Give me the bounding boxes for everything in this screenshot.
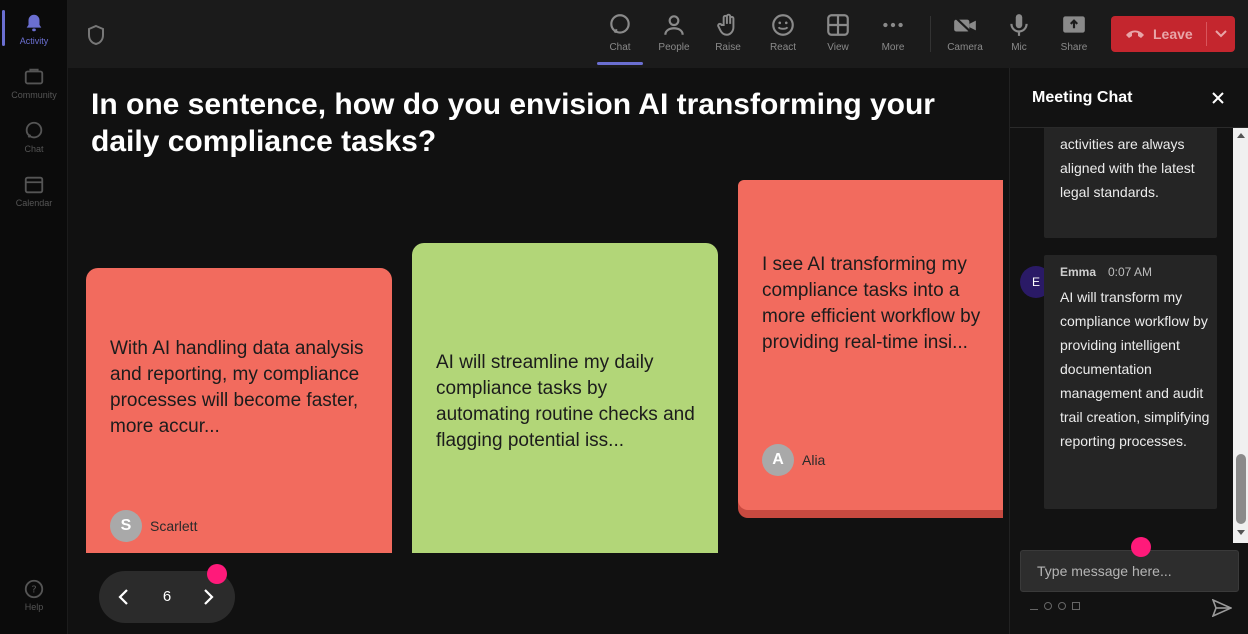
help-icon: ? — [24, 579, 44, 599]
rail-item-label: Chat — [24, 144, 44, 154]
leave-button[interactable]: Leave — [1111, 16, 1235, 52]
rail-item-label: Calendar — [15, 198, 53, 208]
mic-button-label: Mic — [1011, 42, 1027, 53]
rail-item-label: Activity — [19, 36, 49, 46]
card-author: A Alia — [762, 444, 825, 476]
question-title: In one sentence, how do you envision AI … — [91, 88, 935, 158]
share-button[interactable]: Share — [1051, 12, 1097, 53]
leave-separator — [1206, 22, 1207, 46]
people-button-label: People — [658, 42, 690, 53]
shield-icon[interactable] — [86, 24, 106, 46]
rail-item-calendar[interactable]: Calendar — [0, 174, 68, 208]
card-text: With AI handling data analysis and repor… — [110, 338, 364, 437]
highlight-marker — [207, 564, 227, 584]
community-icon — [24, 68, 44, 85]
chat-button-label: Chat — [609, 42, 631, 53]
rail-item-chat[interactable]: Chat — [0, 120, 68, 154]
share-screen-icon — [1063, 16, 1085, 33]
camera-button[interactable]: Camera — [942, 12, 988, 53]
chat-message: activities are always aligned with the l… — [1044, 128, 1217, 238]
chat-scrollbar[interactable] — [1233, 128, 1248, 543]
rail-item-activity[interactable]: Activity — [0, 12, 68, 46]
people-button[interactable]: People — [651, 12, 697, 53]
message-sender: Emma — [1060, 265, 1097, 279]
author-name: Alia — [802, 452, 826, 468]
rail-item-label: Help — [24, 602, 44, 612]
format-toolbar — [1030, 602, 1080, 610]
scroll-up-arrow-icon[interactable] — [1237, 132, 1245, 138]
highlight-marker — [1131, 537, 1151, 557]
mic-button[interactable]: Mic — [996, 12, 1042, 53]
scroll-down-arrow-icon[interactable] — [1237, 530, 1245, 536]
camera-button-label: Camera — [947, 42, 983, 53]
rail-item-label: Community — [11, 90, 57, 100]
chat-title: Meeting Chat — [1032, 89, 1133, 106]
message-timestamp: 0:07 AM — [1108, 265, 1153, 279]
toolbar-divider — [930, 16, 931, 52]
page-number: 6 — [162, 588, 172, 605]
grid-icon — [827, 14, 849, 36]
message-text: AI will transform my compliance workflow… — [1060, 289, 1210, 449]
people-icon — [664, 15, 684, 35]
react-button[interactable]: React — [760, 12, 806, 53]
emoji-icon[interactable] — [1058, 602, 1066, 610]
avatar: S — [110, 510, 142, 542]
hangup-phone-icon — [1126, 30, 1144, 38]
response-card[interactable]: With AI handling data analysis and repor… — [86, 268, 392, 553]
mic-icon — [1010, 14, 1028, 36]
rail-item-help[interactable]: ? Help — [0, 578, 68, 612]
send-icon[interactable] — [1212, 599, 1232, 617]
bell-icon — [26, 14, 42, 32]
message-text: activities are always aligned with the l… — [1060, 136, 1195, 200]
svg-text:?: ? — [31, 585, 36, 596]
chat-message-input[interactable] — [1020, 550, 1239, 592]
meeting-chat-panel: Meeting Chat activities are always align… — [1009, 68, 1248, 634]
chat-icon — [610, 14, 630, 34]
card-author: S Scarlett — [110, 510, 197, 542]
card-text: I see AI transforming my compliance task… — [762, 254, 981, 353]
leave-button-label: Leave — [1153, 26, 1193, 42]
response-card[interactable]: I see AI transforming my compliance task… — [738, 180, 1003, 510]
view-button[interactable]: View — [815, 12, 861, 53]
presentation-stage: In one sentence, how do you envision AI … — [68, 68, 1009, 634]
chevron-right-icon[interactable] — [201, 587, 215, 607]
gif-icon[interactable] — [1072, 602, 1080, 610]
smiley-icon — [772, 14, 794, 36]
chat-message: Emma 0:07 AM AI will transform my compli… — [1044, 255, 1217, 509]
chat-icon — [25, 121, 43, 139]
chat-button[interactable]: Chat — [597, 12, 643, 53]
view-button-label: View — [827, 42, 849, 53]
more-dots-icon — [883, 22, 903, 28]
avatar: A — [762, 444, 794, 476]
camera-off-icon — [953, 15, 976, 36]
author-name: Scarlett — [150, 518, 198, 534]
meeting-toolbar: Chat People Raise React View More Camera… — [68, 0, 1248, 68]
chevron-down-icon[interactable] — [1214, 28, 1228, 40]
share-button-label: Share — [1060, 42, 1088, 53]
more-button[interactable]: More — [870, 12, 916, 53]
calendar-icon — [24, 176, 44, 194]
close-icon[interactable] — [1210, 90, 1226, 106]
response-card[interactable]: AI will streamline my daily compliance t… — [412, 243, 718, 553]
chevron-left-icon[interactable] — [117, 587, 131, 607]
raise-hand-button[interactable]: Raise — [705, 12, 751, 53]
react-button-label: React — [769, 42, 797, 53]
attach-icon[interactable] — [1044, 602, 1052, 610]
rail-item-community[interactable]: Community — [0, 66, 68, 100]
chat-message-list[interactable]: activities are always aligned with the l… — [1010, 128, 1248, 543]
app-rail: Activity Community Chat Calendar ? Help — [0, 0, 68, 634]
hand-icon — [717, 13, 735, 36]
chat-header: Meeting Chat — [1010, 68, 1248, 128]
toolbar-active-indicator — [597, 62, 643, 65]
scrollbar-thumb[interactable] — [1236, 454, 1246, 524]
raise-button-label: Raise — [715, 42, 741, 53]
more-button-label: More — [881, 42, 905, 53]
format-text-icon[interactable] — [1030, 602, 1038, 610]
card-text: AI will streamline my daily compliance t… — [436, 352, 695, 451]
